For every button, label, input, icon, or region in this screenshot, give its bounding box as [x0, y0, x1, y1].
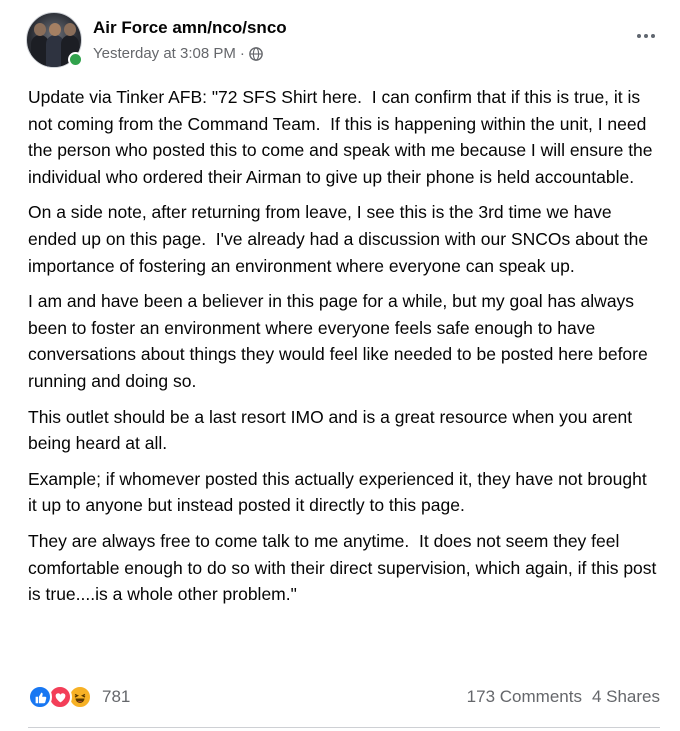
online-status-indicator [68, 52, 83, 67]
footer-divider [28, 727, 660, 728]
engagement-stats: 173 Comments 4 Shares [467, 683, 660, 711]
meta-separator: · [239, 45, 245, 62]
post-paragraph: They are always free to come talk to me … [28, 530, 662, 605]
post-meta: Yesterday at 3:08 PM · [93, 45, 263, 62]
comments-count[interactable]: 173 Comments [467, 687, 582, 707]
post-paragraph: I am and have been a believer in this pa… [28, 291, 653, 391]
author-avatar[interactable] [26, 12, 83, 68]
dot [644, 34, 648, 38]
dot [651, 34, 655, 38]
post-paragraph: Update via Tinker AFB: "72 SFS Shirt her… [28, 87, 658, 187]
globe-icon[interactable] [249, 46, 263, 61]
author-name[interactable]: Air Force amn/nco/snco [93, 18, 287, 38]
post-header: Air Force amn/nco/snco Yesterday at 3:08… [26, 12, 666, 72]
post-text: Update via Tinker AFB: "72 SFS Shirt her… [28, 84, 660, 617]
shares-count[interactable]: 4 Shares [592, 687, 660, 707]
post-paragraph: On a side note, after returning from lea… [28, 202, 653, 276]
dot [637, 34, 641, 38]
reaction-count: 781 [102, 687, 131, 706]
like-icon [28, 685, 52, 709]
post-timestamp[interactable]: Yesterday at 3:08 PM [93, 45, 236, 62]
reactions-summary[interactable]: 781 [28, 683, 130, 711]
post-footer: 781 173 Comments 4 Shares [28, 683, 660, 711]
post-paragraph: Example; if whomever posted this actuall… [28, 468, 652, 516]
post-paragraph: This outlet should be a last resort IMO … [28, 406, 637, 454]
more-options-icon[interactable] [628, 18, 664, 54]
